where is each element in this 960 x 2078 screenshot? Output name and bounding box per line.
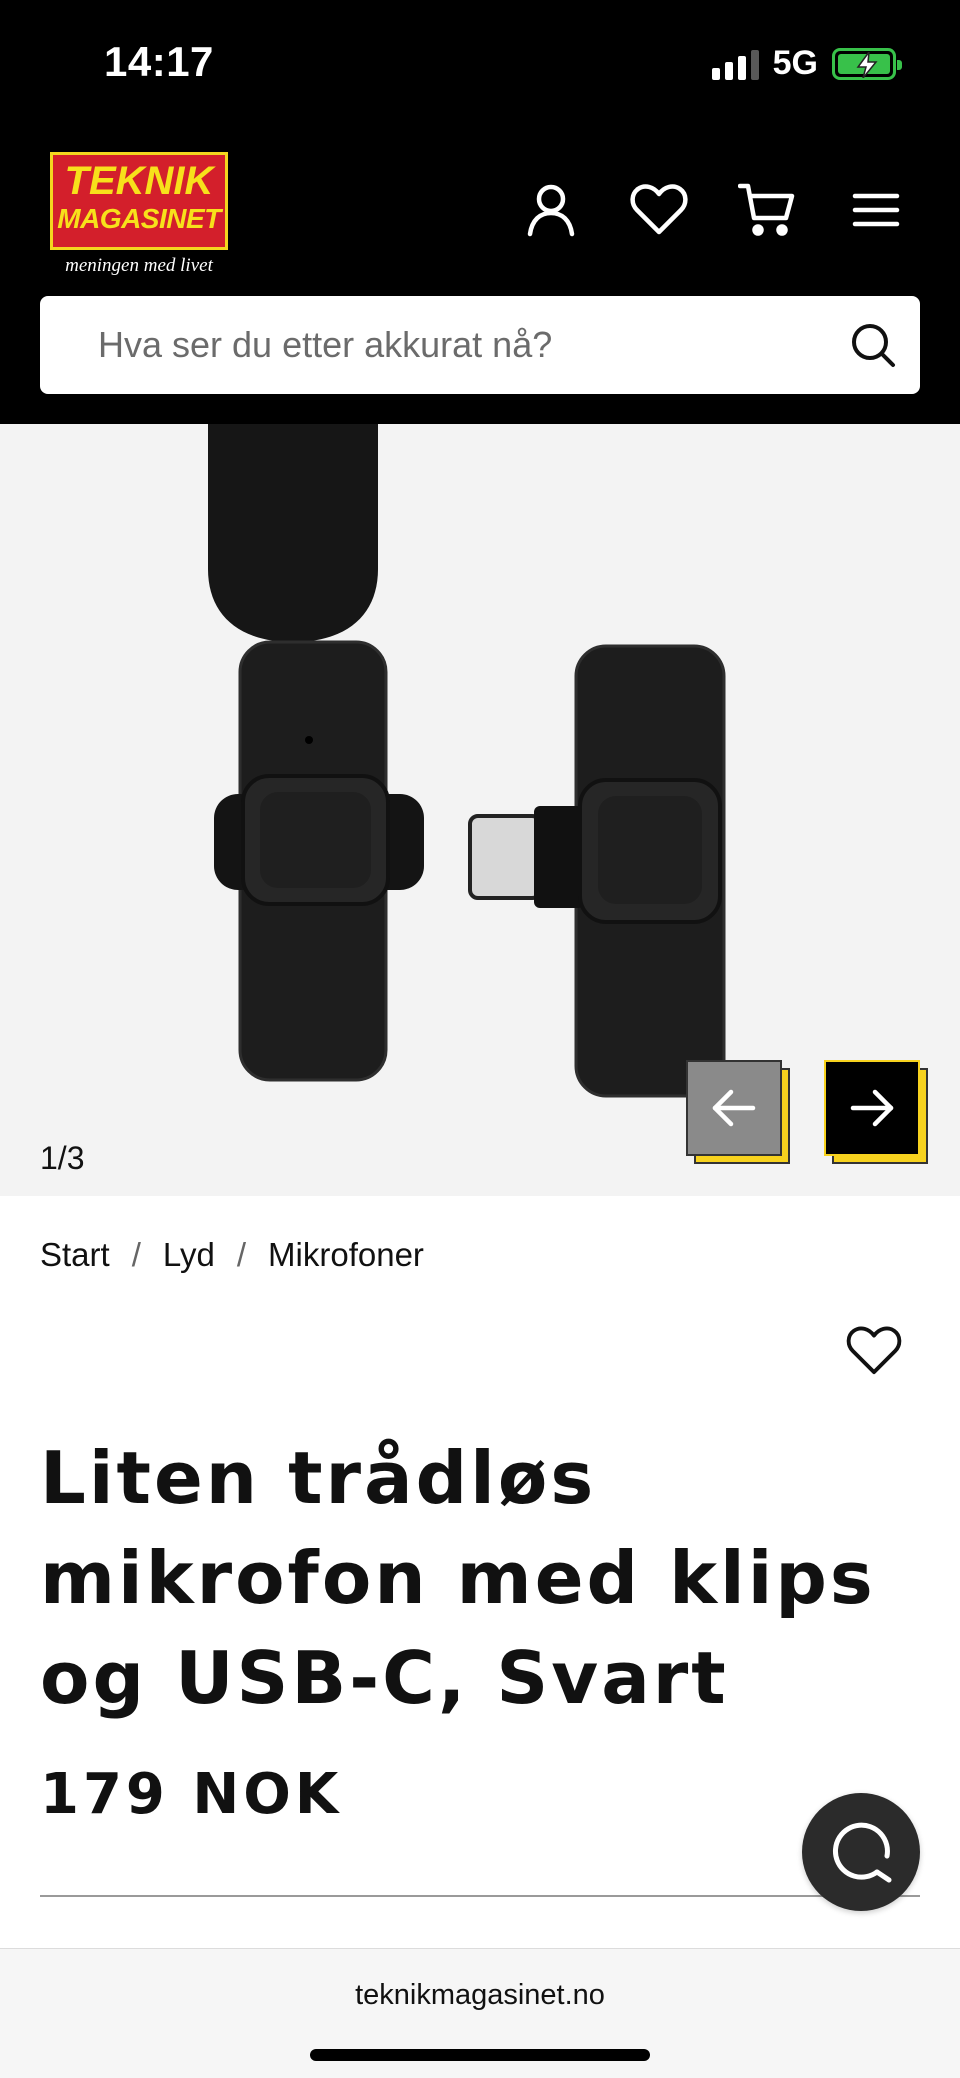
divider bbox=[40, 1895, 920, 1897]
add-to-wishlist-button[interactable] bbox=[846, 1326, 906, 1386]
menu-icon[interactable] bbox=[846, 180, 906, 240]
product-image bbox=[0, 424, 960, 1196]
gallery-prev-button[interactable] bbox=[686, 1060, 790, 1164]
arrow-right-icon bbox=[850, 1089, 894, 1127]
breadcrumb-item-start[interactable]: Start bbox=[40, 1236, 110, 1274]
logo-line-1: TEKNIK bbox=[64, 159, 214, 203]
search-input[interactable] bbox=[98, 296, 818, 394]
breadcrumb-item-mikrofoner[interactable]: Mikrofoner bbox=[268, 1236, 424, 1274]
search-icon[interactable] bbox=[848, 320, 898, 370]
site-logo[interactable]: TEKNIK MAGASINET meningen med livet bbox=[50, 152, 228, 277]
heart-icon[interactable] bbox=[629, 180, 689, 240]
arrow-left-icon bbox=[712, 1089, 756, 1127]
search-bar bbox=[40, 296, 920, 394]
status-bar: 14:17 5G bbox=[0, 0, 960, 130]
site-header: TEKNIK MAGASINET meningen med livet bbox=[0, 130, 960, 424]
gallery-next-button[interactable] bbox=[824, 1060, 928, 1164]
breadcrumb: Start / Lyd / Mikrofoner bbox=[40, 1236, 424, 1274]
chat-button[interactable] bbox=[802, 1793, 920, 1911]
signal-icon bbox=[711, 48, 759, 80]
network-label: 5G bbox=[772, 44, 818, 82]
product-gallery[interactable]: 1/3 bbox=[0, 424, 960, 1196]
breadcrumb-separator: / bbox=[131, 1236, 141, 1273]
url-label[interactable]: teknikmagasinet.no bbox=[0, 1979, 960, 2012]
product-title: Liten trådløs mikrofon med klips og USB-… bbox=[40, 1436, 876, 1720]
breadcrumb-item-lyd[interactable]: Lyd bbox=[163, 1236, 215, 1274]
status-time: 14:17 bbox=[104, 38, 214, 85]
logo-tagline: meningen med livet bbox=[65, 255, 213, 276]
cart-icon[interactable] bbox=[737, 180, 797, 240]
chat-icon bbox=[833, 1822, 892, 1883]
status-indicators: 5G bbox=[711, 44, 902, 83]
breadcrumb-separator: / bbox=[236, 1236, 247, 1273]
heart-icon bbox=[846, 1326, 902, 1375]
battery-icon bbox=[832, 47, 902, 80]
image-counter: 1/3 bbox=[40, 1140, 85, 1176]
product-price: 179 NOK bbox=[40, 1762, 343, 1827]
user-icon[interactable] bbox=[521, 180, 581, 240]
browser-bar: teknikmagasinet.no bbox=[0, 1948, 960, 2078]
home-indicator bbox=[310, 2049, 650, 2061]
logo-line-2: MAGASINET bbox=[57, 203, 221, 234]
